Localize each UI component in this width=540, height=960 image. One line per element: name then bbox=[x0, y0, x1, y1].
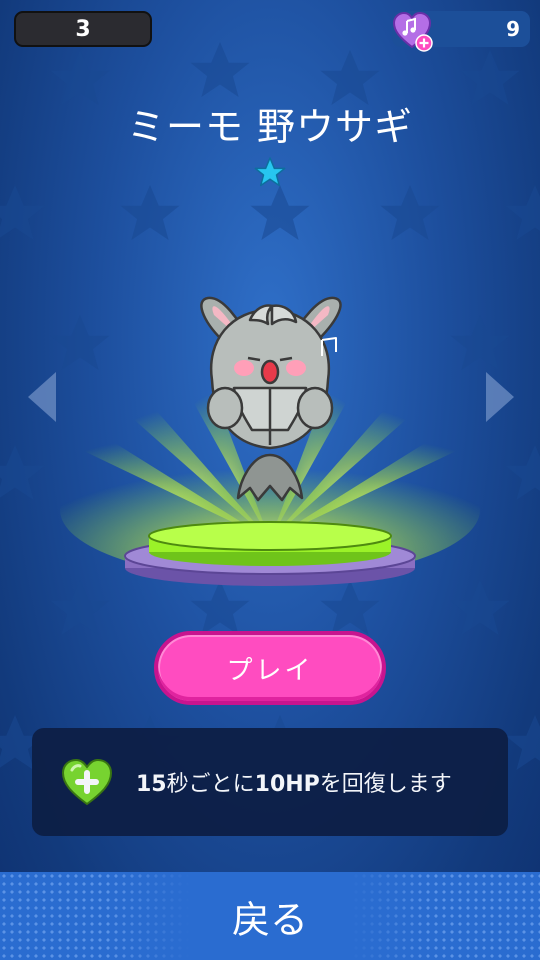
top-bar: 3 9 bbox=[0, 0, 540, 60]
heart-currency-display[interactable]: 9 bbox=[392, 11, 530, 52]
character-name: ミーモ 野ウサギ bbox=[126, 105, 414, 149]
heart-count: 9 bbox=[506, 17, 520, 41]
recovery-info-text: 15秒ごとに10HPを回復します bbox=[136, 766, 452, 798]
level-number: 3 bbox=[75, 16, 91, 42]
character-stage bbox=[40, 296, 500, 586]
recovery-text-part2: を回復します bbox=[319, 772, 452, 797]
recovery-info-panel: 15秒ごとに10HPを回復します bbox=[32, 728, 508, 836]
platform bbox=[124, 521, 416, 586]
rank-star-icon bbox=[254, 157, 286, 187]
heart-plus-icon bbox=[61, 758, 113, 806]
back-button[interactable]: 戻る bbox=[0, 872, 540, 960]
music-heart-icon bbox=[392, 11, 433, 52]
level-display: 3 bbox=[14, 11, 152, 47]
play-button[interactable]: プレイ bbox=[154, 631, 386, 705]
recovery-hp: 10HP bbox=[254, 772, 320, 797]
recovery-text-part1: 秒ごとに bbox=[166, 772, 255, 797]
recovery-seconds: 15 bbox=[136, 772, 167, 797]
